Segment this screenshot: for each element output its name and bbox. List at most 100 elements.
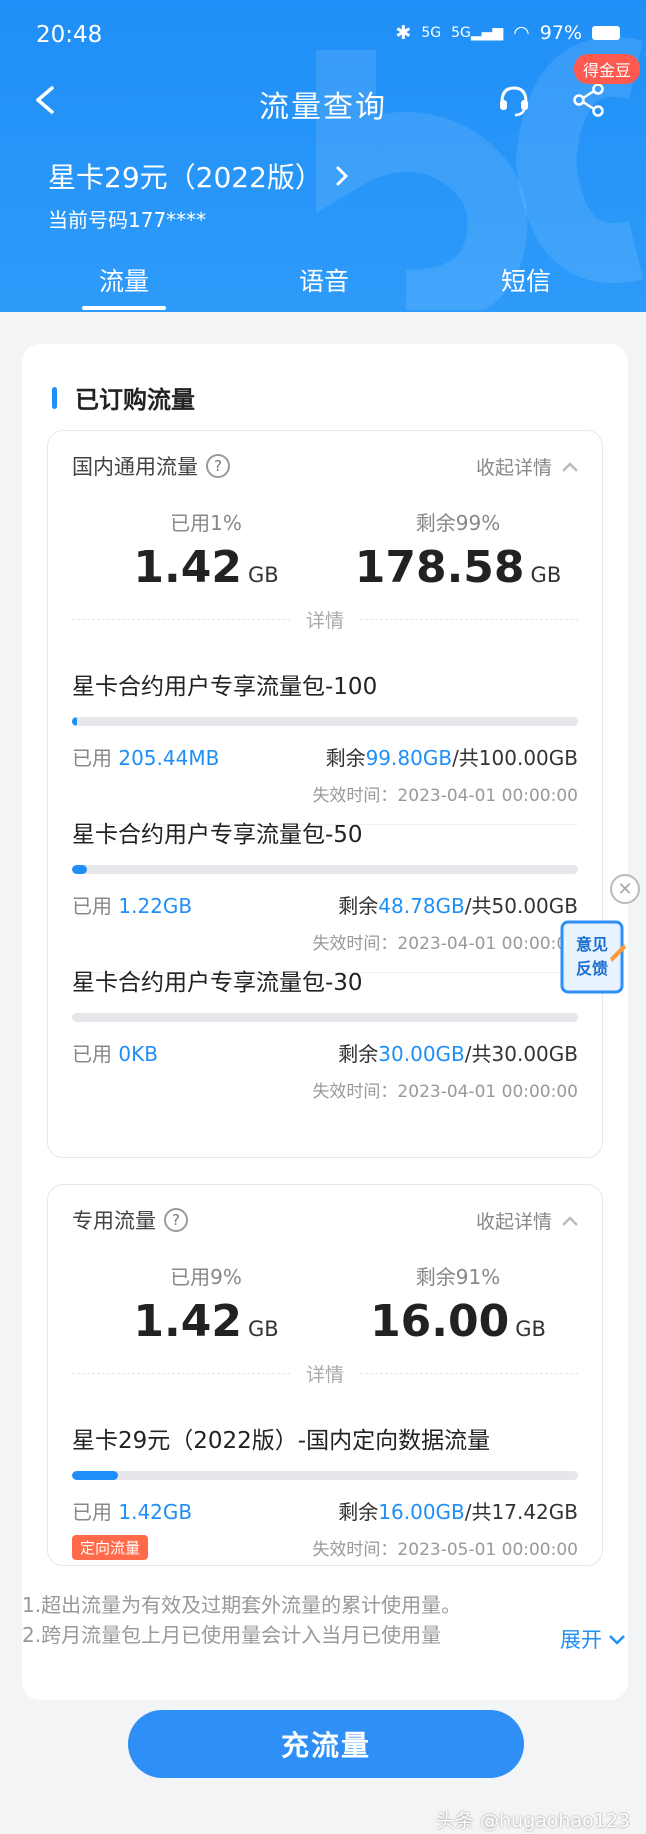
- remain-prefix: 剩余: [338, 894, 379, 918]
- remaining-amount: 剩余16.00GB/共17.42GB: [338, 1496, 578, 1525]
- remaining-value: 178.58 GB: [338, 542, 578, 593]
- chevron-up-icon: [562, 1215, 578, 1226]
- remaining-unit: GB: [530, 563, 562, 587]
- signal-icon: 5G▂▄▆: [451, 25, 504, 41]
- used-amount-value: 0KB: [118, 1042, 158, 1066]
- help-icon[interactable]: ?: [206, 454, 230, 478]
- used-amount: 已用 205.44MB: [72, 742, 219, 771]
- package-name: 星卡29元（2022版）-国内定向数据流量: [72, 1428, 491, 1454]
- collapse-details-button[interactable]: 收起详情: [476, 453, 580, 480]
- expire-time: 失效时间：2023-04-01 00:00:00: [312, 1082, 578, 1102]
- remaining-amount-value: 48.78GB: [378, 894, 465, 918]
- remain-prefix: 剩余: [325, 746, 366, 770]
- usage-progress-fill: [72, 865, 88, 874]
- used-number: 1.42: [133, 1296, 242, 1347]
- usage-progress-bar: [72, 717, 578, 726]
- chevron-right-icon: [336, 166, 349, 186]
- feedback-icon[interactable]: 意见 反馈: [560, 918, 626, 996]
- bluetooth-icon: ✱: [395, 22, 412, 44]
- usage-progress-bar: [72, 1471, 578, 1480]
- tag-row: 定向流量 失效时间：2023-05-01 00:00:00: [72, 1525, 578, 1560]
- recharge-data-button[interactable]: 充流量: [128, 1710, 524, 1778]
- collapse-details-button[interactable]: 收起详情: [476, 1207, 580, 1234]
- usage-row: 已用 1.42GB 剩余16.00GB/共17.42GB: [72, 1496, 578, 1525]
- watermark: 头条 @hugaohao123: [435, 1810, 630, 1832]
- used-prefix: 已用: [72, 894, 119, 918]
- notes: 1.超出流量为有效及过期套外流量的累计使用量。 2.跨月流量包上月已使用量会计入…: [22, 1590, 628, 1650]
- status-time: 20:48: [36, 22, 103, 48]
- remain-prefix: 剩余: [338, 1042, 379, 1066]
- total-amount: /共50.00GB: [464, 894, 578, 918]
- battery-icon: [592, 26, 620, 40]
- special-data-header: 专用流量 ?: [72, 1205, 188, 1235]
- expire-time: 失效时间：2023-05-01 00:00:00: [312, 1540, 578, 1560]
- used-amount: 已用 1.42GB: [72, 1496, 192, 1525]
- remaining-value: 16.00 GB: [338, 1296, 578, 1347]
- customer-service-icon[interactable]: [496, 82, 532, 118]
- signal-icon: 5G: [421, 25, 442, 41]
- remaining-percent-label: 剩余99%: [415, 511, 501, 535]
- used-prefix: 已用: [72, 1500, 119, 1524]
- used-amount-value: 205.44MB: [118, 746, 220, 770]
- remaining-amount-value: 99.80GB: [365, 746, 453, 770]
- used-stat: 已用1% 1.42 GB: [86, 507, 326, 593]
- feedback-label-line2: 反馈: [576, 959, 608, 978]
- plan-selector[interactable]: 星卡29元（2022版）: [48, 156, 351, 196]
- help-icon[interactable]: ?: [164, 1208, 188, 1232]
- status-icons: ✱ 5G 5G▂▄▆ ◠ 97%: [395, 22, 620, 44]
- tab-sms[interactable]: 短信: [466, 262, 586, 298]
- remaining-amount-value: 30.00GB: [378, 1042, 465, 1066]
- used-unit: GB: [247, 1317, 279, 1341]
- used-amount-value: 1.42GB: [118, 1500, 193, 1524]
- tab-bar: 流量 语音 短信: [0, 262, 646, 312]
- note-line: 2.跨月流量包上月已使用量会计入当月已使用量: [22, 1623, 442, 1647]
- used-value: 1.42 GB: [86, 542, 326, 593]
- share-icon[interactable]: [572, 82, 606, 118]
- remaining-unit: GB: [515, 1317, 546, 1341]
- remaining-stat: 剩余91% 16.00 GB: [338, 1261, 578, 1347]
- package-name: 星卡合约用户专享流量包-100: [72, 674, 378, 700]
- details-label: 详情: [306, 1363, 345, 1386]
- total-amount: /共17.42GB: [464, 1500, 578, 1524]
- details-label: 详情: [306, 609, 345, 632]
- usage-progress-bar: [72, 865, 578, 874]
- remaining-number: 178.58: [354, 542, 525, 593]
- remaining-stat: 剩余99% 178.58 GB: [338, 507, 578, 593]
- remaining-number: 16.00: [370, 1296, 510, 1347]
- remaining-percent-label: 剩余91%: [415, 1265, 501, 1289]
- special-data-box: 专用流量 ? 收起详情 已用9% 1.42 GB 剩余91% 16.00 GB 详情…: [47, 1184, 603, 1566]
- close-icon[interactable]: ✕: [610, 874, 640, 904]
- page-title: 流量查询: [259, 90, 387, 125]
- phone-number: 当前号码177****: [48, 208, 207, 232]
- used-value: 1.42 GB: [86, 1296, 326, 1347]
- remain-prefix: 剩余: [338, 1500, 379, 1524]
- package-name: 星卡合约用户专享流量包-30: [72, 970, 363, 996]
- section-title: 已订购流量: [52, 380, 195, 415]
- remaining-amount: 剩余48.78GB/共50.00GB: [338, 890, 578, 919]
- used-stat: 已用9% 1.42 GB: [86, 1261, 326, 1347]
- used-number: 1.42: [133, 542, 242, 593]
- feedback-label-line1: 意见: [576, 935, 608, 954]
- collapse-label: 收起详情: [475, 1211, 552, 1233]
- expire-time: 失效时间：2023-04-01 00:00:00: [312, 786, 578, 806]
- data-package: 星卡合约用户专享流量包-50 已用 1.22GB 剩余48.78GB/共50.0…: [72, 815, 578, 973]
- usage-row: 已用 1.22GB 剩余48.78GB/共50.00GB: [72, 890, 578, 919]
- usage-progress-bar: [72, 1013, 578, 1022]
- data-package: 星卡合约用户专享流量包-30 已用 0KB 剩余30.00GB/共30.00GB…: [72, 963, 578, 1102]
- usage-row: 已用 0KB 剩余30.00GB/共30.00GB: [72, 1038, 578, 1067]
- header: 20:48 ✱ 5G 5G▂▄▆ ◠ 97% 流量查询 得金豆 星卡29元（20…: [0, 0, 646, 312]
- expand-label: 展开: [560, 1628, 602, 1652]
- expand-button[interactable]: 展开: [556, 1624, 626, 1654]
- special-data-title: 专用流量: [72, 1209, 156, 1233]
- remaining-amount-value: 16.00GB: [378, 1500, 465, 1524]
- reward-badge[interactable]: 得金豆: [573, 54, 640, 84]
- domestic-data-title: 国内通用流量: [72, 455, 198, 479]
- plan-name: 星卡29元（2022版）: [48, 161, 323, 194]
- subscribed-data-card: 已订购流量 国内通用流量 ? 收起详情 已用1% 1.42 GB 剩余99% 17…: [22, 344, 628, 1700]
- used-amount-value: 1.22GB: [118, 894, 193, 918]
- used-percent-label: 已用9%: [170, 1265, 242, 1289]
- tab-data[interactable]: 流量: [64, 262, 184, 310]
- usage-progress-fill: [72, 717, 78, 726]
- tab-voice[interactable]: 语音: [264, 262, 384, 298]
- used-amount: 已用 1.22GB: [72, 890, 192, 919]
